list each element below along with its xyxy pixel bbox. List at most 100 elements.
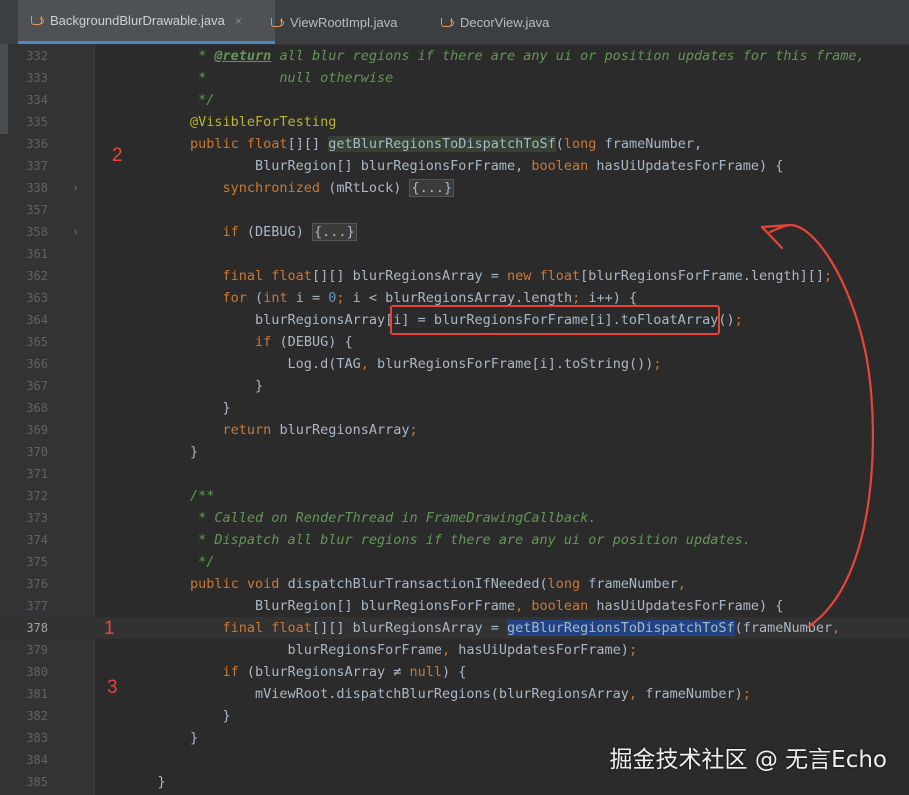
code-token: for bbox=[125, 290, 256, 306]
code-token: dispatchBlurTransactionIfNeeded( bbox=[287, 576, 548, 592]
code-token: [blurRegionsForFrame.length][] bbox=[580, 268, 825, 284]
code-text: if (DEBUG) {...} bbox=[125, 221, 357, 243]
code-token: d bbox=[320, 356, 329, 372]
code-token: hasUiUpdatesForFrame) bbox=[458, 642, 629, 658]
code-token: frameNumber) bbox=[645, 686, 743, 702]
code-line[interactable]: 361 bbox=[0, 243, 909, 265]
code-token: * bbox=[125, 48, 215, 64]
code-token: ; bbox=[628, 642, 638, 658]
fold-chevron-icon[interactable]: › bbox=[72, 177, 79, 199]
code-line[interactable]: 373 * Called on RenderThread in FrameDra… bbox=[0, 507, 909, 529]
code-token: blurRegionsForFrame bbox=[125, 642, 442, 658]
code-token: {...} bbox=[311, 223, 357, 241]
code-token: final float bbox=[125, 620, 312, 636]
code-token: */ bbox=[125, 554, 215, 570]
code-line[interactable]: 379 blurRegionsForFrame, hasUiUpdatesFor… bbox=[0, 639, 909, 661]
code-line[interactable]: 358 › if (DEBUG) {...} bbox=[0, 221, 909, 243]
code-line[interactable]: 335 @VisibleForTesting bbox=[0, 111, 909, 133]
line-number: 367 bbox=[26, 379, 48, 393]
code-token: TAG bbox=[336, 356, 361, 372]
code-token: [][] bbox=[287, 136, 329, 152]
code-token: mViewRoot.dispatchBlurRegions(blurRegion… bbox=[125, 686, 629, 702]
code-token: ; bbox=[653, 356, 662, 372]
code-line[interactable]: 369 return blurRegionsArray; bbox=[0, 419, 909, 441]
code-line[interactable]: 382 } bbox=[0, 705, 909, 727]
code-token: BlurRegion[] blurRegionsForFrame, bbox=[125, 158, 532, 174]
code-line[interactable]: 375 */ bbox=[0, 551, 909, 573]
code-text: public float[][] getBlurRegionsToDispatc… bbox=[125, 133, 702, 155]
code-line[interactable]: 333 * null otherwise bbox=[0, 67, 909, 89]
code-text: return blurRegionsArray; bbox=[125, 419, 418, 441]
code-token: * Called on RenderThread in FrameDrawing… bbox=[125, 510, 597, 526]
code-token: /** bbox=[125, 488, 215, 504]
code-line[interactable]: 337 BlurRegion[] blurRegionsForFrame, bo… bbox=[0, 155, 909, 177]
line-number: 332 bbox=[26, 49, 48, 63]
code-token: int bbox=[263, 290, 296, 306]
code-line[interactable]: 362 final float[][] blurRegionsArray = n… bbox=[0, 265, 909, 287]
code-text: synchronized (mRtLock) {...} bbox=[125, 177, 455, 199]
tab-view-root-impl[interactable]: ViewRootImpl.java bbox=[270, 0, 397, 44]
code-token: ; bbox=[572, 290, 589, 306]
code-line[interactable]: 338 › synchronized (mRtLock) {...} bbox=[0, 177, 909, 199]
code-token: [][] blurRegionsArray = bbox=[311, 268, 508, 284]
code-text: } bbox=[125, 397, 231, 419]
code-line[interactable]: 371 bbox=[0, 463, 909, 485]
code-line[interactable]: 334 */ bbox=[0, 89, 909, 111]
code-token: ( bbox=[555, 136, 564, 152]
line-number: 385 bbox=[26, 775, 48, 789]
code-token: @VisibleForTesting bbox=[125, 114, 337, 130]
line-number: 333 bbox=[26, 71, 48, 85]
code-line[interactable]: 374 * Dispatch all blur regions if there… bbox=[0, 529, 909, 551]
line-number: 372 bbox=[26, 489, 48, 503]
line-number: 381 bbox=[26, 687, 48, 701]
code-line[interactable]: 372 /** bbox=[0, 485, 909, 507]
fold-chevron-icon[interactable]: › bbox=[72, 221, 79, 243]
code-line[interactable]: 368 } bbox=[0, 397, 909, 419]
line-number: 379 bbox=[26, 643, 48, 657]
code-text: public void dispatchBlurTransactionIfNee… bbox=[125, 573, 686, 595]
code-line[interactable]: 366 Log.d(TAG, blurRegionsForFrame[i].to… bbox=[0, 353, 909, 375]
line-number: 373 bbox=[26, 511, 48, 525]
line-number: 335 bbox=[26, 115, 48, 129]
code-text: * Called on RenderThread in FrameDrawing… bbox=[125, 507, 596, 529]
code-token: ; bbox=[336, 290, 353, 306]
code-token: } bbox=[125, 400, 231, 416]
line-number: 336 bbox=[26, 137, 48, 151]
close-icon[interactable]: × bbox=[235, 14, 242, 28]
code-token: , boolean bbox=[515, 598, 597, 614]
code-token: * null otherwise bbox=[125, 70, 394, 86]
code-text: BlurRegion[] blurRegionsForFrame, boolea… bbox=[125, 595, 783, 617]
code-line[interactable]: 357 bbox=[0, 199, 909, 221]
code-line[interactable]: 385 } bbox=[0, 771, 909, 793]
code-token: (mRtLock) bbox=[328, 180, 410, 196]
code-text: } bbox=[125, 441, 198, 463]
code-line[interactable]: 378 final float[][] blurRegionsArray = g… bbox=[0, 617, 909, 639]
code-token: return bbox=[125, 422, 280, 438]
code-token: @return bbox=[214, 48, 272, 64]
code-token: frameNumber, bbox=[604, 136, 703, 152]
line-number: 368 bbox=[26, 401, 48, 415]
line-number: 378 bbox=[26, 621, 48, 635]
code-token: if bbox=[125, 334, 280, 350]
line-number: 334 bbox=[26, 93, 48, 107]
code-line[interactable]: 377 BlurRegion[] blurRegionsForFrame, bo… bbox=[0, 595, 909, 617]
code-line[interactable]: 376 public void dispatchBlurTransactionI… bbox=[0, 573, 909, 595]
code-token: if bbox=[125, 664, 247, 680]
code-text: mViewRoot.dispatchBlurRegions(blurRegion… bbox=[125, 683, 751, 705]
tab-background-blur-drawable[interactable]: BackgroundBlurDrawable.java × bbox=[18, 0, 275, 44]
code-token: public float bbox=[125, 136, 288, 152]
code-line[interactable]: 336 public float[][] getBlurRegionsToDis… bbox=[0, 133, 909, 155]
code-token: } bbox=[125, 730, 199, 746]
line-number: 365 bbox=[26, 335, 48, 349]
code-line[interactable]: 332 * @return all blur regions if there … bbox=[0, 45, 909, 67]
code-line[interactable]: 367 } bbox=[0, 375, 909, 397]
code-line[interactable]: 380 if (blurRegionsArray ≠ null) { bbox=[0, 661, 909, 683]
code-token: , bbox=[360, 356, 378, 372]
code-text: } bbox=[125, 375, 263, 397]
code-token: i = bbox=[295, 290, 329, 306]
code-text: blurRegionsForFrame, hasUiUpdatesForFram… bbox=[125, 639, 638, 661]
code-line[interactable]: 370 } bbox=[0, 441, 909, 463]
tab-decor-view[interactable]: DecorView.java bbox=[440, 0, 549, 44]
code-token: public void bbox=[125, 576, 288, 592]
code-line[interactable]: 381 mViewRoot.dispatchBlurRegions(blurRe… bbox=[0, 683, 909, 705]
